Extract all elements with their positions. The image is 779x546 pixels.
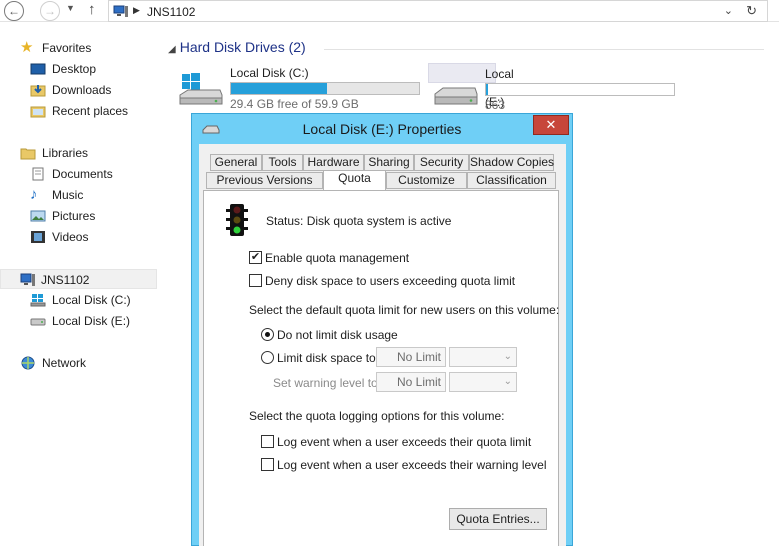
quota-entries-button[interactable]: Quota Entries... bbox=[449, 508, 547, 530]
forward-arrow-icon: → bbox=[44, 4, 56, 18]
forward-button[interactable]: → bbox=[40, 1, 60, 21]
network-icon bbox=[21, 356, 35, 370]
log-warning-level-checkbox[interactable] bbox=[261, 458, 274, 471]
properties-dialog: Local Disk (E:) Properties ✕ General Too… bbox=[191, 113, 573, 546]
address-toolbar: ← → ▼ ↑ ▶ JNS1102 ⌄ ↻ bbox=[0, 0, 779, 22]
tab-sharing[interactable]: Sharing bbox=[364, 154, 414, 171]
limit-disk-space-label[interactable]: Limit disk space to bbox=[277, 351, 376, 365]
drive-usage-fill bbox=[486, 84, 488, 95]
drive-tile-e[interactable]: Local Disk (E:) 863 GB free of 870 GB bbox=[428, 63, 675, 182]
group-header[interactable]: ◢ Hard Disk Drives (2) bbox=[168, 39, 306, 55]
tab-hardware[interactable]: Hardware bbox=[303, 154, 364, 171]
log-warning-level-label[interactable]: Log event when a user exceeds their warn… bbox=[277, 458, 547, 472]
tab-quota[interactable]: Quota bbox=[323, 170, 386, 190]
recent-locations-dropdown[interactable]: ▼ bbox=[66, 3, 75, 13]
chevron-down-icon: ⌄ bbox=[503, 351, 512, 362]
tab-shadow-copies[interactable]: Shadow Copies bbox=[469, 154, 554, 171]
drive-tile-c[interactable]: Local Disk (C:) 29.4 GB free of 59.9 GB bbox=[174, 63, 424, 115]
refresh-icon[interactable]: ↻ bbox=[746, 3, 757, 19]
checkmark-icon: ✔ bbox=[250, 251, 261, 263]
drive-usage-bar bbox=[230, 82, 420, 95]
do-not-limit-radio[interactable] bbox=[261, 328, 274, 341]
chevron-down-icon: ⌄ bbox=[503, 376, 512, 387]
hard-drive-icon bbox=[30, 318, 46, 326]
drive-usage-bar bbox=[485, 83, 675, 96]
computer-icon bbox=[20, 273, 35, 286]
limit-unit-select[interactable]: ⌄ bbox=[449, 347, 517, 367]
up-arrow-icon: ↑ bbox=[88, 1, 96, 18]
navigation-pane: ★ Favorites Desktop Downloads Recent pla… bbox=[0, 22, 158, 546]
computer-icon bbox=[113, 5, 128, 17]
windows-drive-icon bbox=[179, 73, 223, 105]
back-button[interactable]: ← bbox=[4, 1, 24, 21]
dialog-title: Local Disk (E:) Properties bbox=[302, 121, 462, 137]
hard-drive-icon bbox=[434, 87, 478, 105]
chevron-down-icon: ▼ bbox=[66, 3, 75, 13]
limit-disk-space-radio[interactable] bbox=[261, 351, 274, 364]
close-button[interactable]: ✕ bbox=[533, 115, 569, 135]
close-icon: ✕ bbox=[545, 117, 557, 132]
log-quota-limit-checkbox[interactable] bbox=[261, 435, 274, 448]
nav-computer[interactable]: JNS1102 bbox=[0, 269, 157, 289]
quota-tab-panel: Status: Disk quota system is active ✔ En… bbox=[203, 190, 559, 546]
set-warning-label: Set warning level to bbox=[273, 376, 378, 390]
desktop-icon bbox=[30, 63, 46, 75]
dialog-body: General Tools Hardware Sharing Security … bbox=[199, 144, 566, 546]
traffic-light-icon bbox=[226, 204, 248, 236]
tab-security[interactable]: Security bbox=[414, 154, 469, 171]
warning-value-field[interactable]: No Limit bbox=[376, 372, 446, 392]
log-quota-limit-label[interactable]: Log event when a user exceeds their quot… bbox=[277, 435, 531, 449]
tab-general[interactable]: General bbox=[210, 154, 262, 171]
windows-drive-icon bbox=[30, 294, 46, 307]
pictures-icon bbox=[30, 210, 46, 222]
address-field[interactable]: ▶ JNS1102 ⌄ ↻ bbox=[108, 0, 768, 22]
downloads-icon bbox=[30, 85, 46, 97]
folder-icon bbox=[20, 148, 36, 160]
do-not-limit-label[interactable]: Do not limit disk usage bbox=[277, 328, 398, 342]
tab-customize[interactable]: Customize bbox=[386, 172, 467, 189]
limit-value-field[interactable]: No Limit bbox=[376, 347, 446, 367]
quota-status: Status: Disk quota system is active bbox=[266, 214, 452, 228]
enable-quota-label[interactable]: Enable quota management bbox=[265, 251, 409, 265]
group-divider bbox=[324, 49, 764, 50]
radio-dot-icon bbox=[265, 332, 270, 337]
warning-unit-select[interactable]: ⌄ bbox=[449, 372, 517, 392]
collapse-triangle-icon: ◢ bbox=[168, 44, 176, 55]
up-button[interactable]: ↑ bbox=[88, 1, 96, 18]
tab-classification[interactable]: Classification bbox=[467, 172, 556, 189]
enable-quota-checkbox[interactable]: ✔ bbox=[249, 251, 262, 264]
logging-heading: Select the quota logging options for thi… bbox=[249, 409, 505, 423]
drive-name: Local Disk (C:) bbox=[230, 66, 309, 80]
breadcrumb-separator-icon: ▶ bbox=[133, 5, 140, 15]
dialog-titlebar[interactable]: Local Disk (E:) Properties ✕ bbox=[192, 114, 572, 142]
deny-space-checkbox[interactable] bbox=[249, 274, 262, 287]
drive-usage-fill bbox=[231, 83, 327, 94]
address-history-chevron-icon[interactable]: ⌄ bbox=[724, 4, 733, 17]
default-limit-heading: Select the default quota limit for new u… bbox=[249, 303, 560, 317]
videos-icon bbox=[31, 231, 45, 243]
star-icon: ★ bbox=[20, 39, 34, 56]
music-note-icon: ♪ bbox=[30, 186, 38, 203]
drive-free-space: 29.4 GB free of 59.9 GB bbox=[230, 97, 359, 111]
tab-previous-versions[interactable]: Previous Versions bbox=[206, 172, 323, 189]
back-arrow-icon: ← bbox=[8, 4, 20, 18]
recent-places-icon bbox=[30, 106, 46, 118]
deny-space-label[interactable]: Deny disk space to users exceeding quota… bbox=[265, 274, 515, 288]
tab-tools[interactable]: Tools bbox=[262, 154, 303, 171]
address-path: JNS1102 bbox=[147, 5, 196, 19]
documents-icon bbox=[32, 167, 44, 181]
